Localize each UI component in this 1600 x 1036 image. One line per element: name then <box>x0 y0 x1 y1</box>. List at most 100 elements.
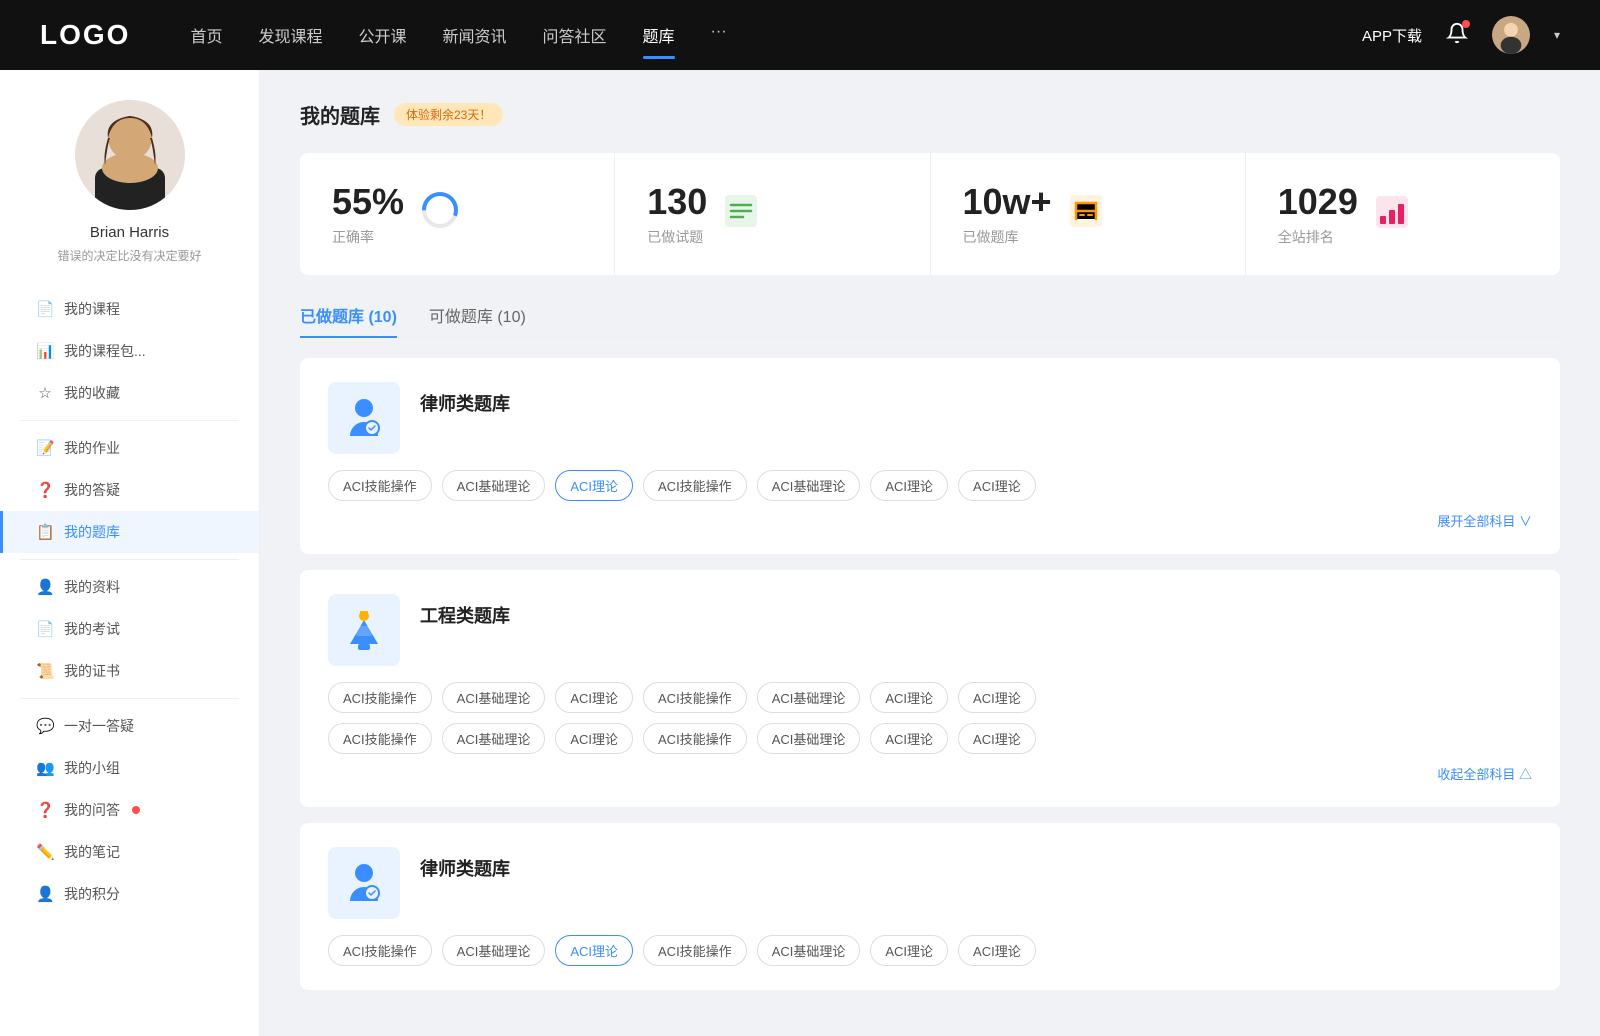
app-download-button[interactable]: APP下载 <box>1362 25 1422 46</box>
qbank-tags-lawyer: ACI技能操作 ACI基础理论 ACI理论 ACI技能操作 ACI基础理论 AC… <box>328 470 1532 501</box>
sidebar-item-my-course[interactable]: 📄 我的课程 <box>0 288 259 330</box>
tag-l2-theory-2[interactable]: ACI理论 <box>870 935 948 966</box>
sidebar-item-my-qbank[interactable]: 📋 我的题库 <box>0 511 259 553</box>
homework-icon: 📝 <box>36 439 54 457</box>
sidebar-menu: 📄 我的课程 📊 我的课程包... ☆ 我的收藏 📝 我的作业 ❓ 我的答疑 � <box>0 288 259 915</box>
sidebar: Brian Harris 错误的决定比没有决定要好 📄 我的课程 📊 我的课程包… <box>0 70 260 1036</box>
nav-open-course[interactable]: 公开课 <box>358 19 406 51</box>
nav-discover[interactable]: 发现课程 <box>258 19 322 51</box>
tag-aci-theory-1[interactable]: ACI理论 <box>555 470 633 501</box>
qbank-title-lawyer: 律师类题库 <box>420 382 510 416</box>
tag-eng-skill-1[interactable]: ACI技能操作 <box>328 682 432 713</box>
qbank-icon-lawyer2 <box>328 847 400 919</box>
nav-more[interactable]: ··· <box>711 19 727 51</box>
sidebar-item-my-questions[interactable]: ❓ 我的问答 <box>0 789 259 831</box>
tag-eng-theory-2[interactable]: ACI理论 <box>870 682 948 713</box>
tag-l2-skill-2[interactable]: ACI技能操作 <box>643 935 747 966</box>
done-questions-label: 已做试题 <box>647 227 707 247</box>
tag-eng2-theory-1[interactable]: ACI理论 <box>555 723 633 754</box>
stat-accuracy: 55% 正确率 <box>300 153 615 275</box>
tag-eng2-skill-1[interactable]: ACI技能操作 <box>328 723 432 754</box>
sidebar-item-my-notes[interactable]: ✏️ 我的笔记 <box>0 831 259 873</box>
sidebar-item-label: 我的积分 <box>64 884 120 904</box>
tag-l2-theory-3[interactable]: ACI理论 <box>958 935 1036 966</box>
sidebar-item-label: 我的证书 <box>64 661 120 681</box>
tab-available-qbank[interactable]: 可做题库 (10) <box>429 303 526 337</box>
profile-icon: 👤 <box>36 578 54 596</box>
qbank-card-header-lawyer2: 律师类题库 <box>328 847 1532 919</box>
nav-home[interactable]: 首页 <box>190 19 222 51</box>
sidebar-item-label: 我的笔记 <box>64 842 120 862</box>
nav-links: 首页 发现课程 公开课 新闻资讯 问答社区 题库 ··· <box>190 19 1362 51</box>
exam-icon: 📄 <box>36 620 54 638</box>
sidebar-item-my-points[interactable]: 👤 我的积分 <box>0 873 259 915</box>
accuracy-chart-icon <box>420 190 460 238</box>
qbank-tags-engineering-row1: ACI技能操作 ACI基础理论 ACI理论 ACI技能操作 ACI基础理论 AC… <box>328 682 1532 713</box>
sidebar-motto: 错误的决定比没有决定要好 <box>57 247 201 264</box>
user-menu-chevron[interactable]: ▾ <box>1554 28 1560 42</box>
sidebar-item-my-group[interactable]: 👥 我的小组 <box>0 747 259 789</box>
one-on-one-icon: 💬 <box>36 717 54 735</box>
rank-value: 1029 <box>1278 181 1358 223</box>
tag-eng2-skill-2[interactable]: ACI技能操作 <box>643 723 747 754</box>
nav-qa[interactable]: 问答社区 <box>543 19 607 51</box>
sidebar-item-my-favorites[interactable]: ☆ 我的收藏 <box>0 372 259 414</box>
notification-dot <box>1462 20 1470 28</box>
tag-aci-theory-3[interactable]: ACI理论 <box>958 470 1036 501</box>
qbank-footer-engineering: 收起全部科目 △ <box>328 764 1532 783</box>
notification-bell[interactable] <box>1446 22 1468 49</box>
sidebar-item-my-course-package[interactable]: 📊 我的课程包... <box>0 330 259 372</box>
qbank-card-lawyer: 律师类题库 ACI技能操作 ACI基础理论 ACI理论 ACI技能操作 ACI基… <box>300 358 1560 554</box>
tab-done-qbank[interactable]: 已做题库 (10) <box>300 303 397 337</box>
sidebar-item-label: 我的小组 <box>64 758 120 778</box>
tag-eng2-basic-1[interactable]: ACI基础理论 <box>442 723 546 754</box>
collapse-engineering-button[interactable]: 收起全部科目 △ <box>1437 764 1532 783</box>
navbar: LOGO 首页 发现课程 公开课 新闻资讯 问答社区 题库 ··· APP下载 … <box>0 0 1600 70</box>
tag-aci-basic-1[interactable]: ACI基础理论 <box>442 470 546 501</box>
sidebar-avatar <box>75 100 185 210</box>
stat-done-qbank: 10w+ 已做题库 <box>931 153 1246 275</box>
user-avatar[interactable] <box>1492 16 1530 54</box>
tag-aci-basic-2[interactable]: ACI基础理论 <box>757 470 861 501</box>
expand-lawyer-button[interactable]: 展开全部科目 ∨ <box>1437 511 1532 530</box>
sidebar-item-my-homework[interactable]: 📝 我的作业 <box>0 427 259 469</box>
sidebar-item-one-on-one[interactable]: 💬 一对一答疑 <box>0 705 259 747</box>
tag-aci-skill-2[interactable]: ACI技能操作 <box>643 470 747 501</box>
tag-eng-skill-2[interactable]: ACI技能操作 <box>643 682 747 713</box>
navbar-right: APP下载 ▾ <box>1362 16 1560 54</box>
tag-eng2-theory-3[interactable]: ACI理论 <box>958 723 1036 754</box>
sidebar-item-my-qa[interactable]: ❓ 我的答疑 <box>0 469 259 511</box>
nav-news[interactable]: 新闻资讯 <box>443 19 507 51</box>
tag-l2-theory-1[interactable]: ACI理论 <box>555 935 633 966</box>
tag-eng-basic-2[interactable]: ACI基础理论 <box>757 682 861 713</box>
logo[interactable]: LOGO <box>40 19 130 51</box>
stat-done-questions: 130 已做试题 <box>615 153 930 275</box>
tag-eng-theory-1[interactable]: ACI理论 <box>555 682 633 713</box>
sidebar-divider-3 <box>20 698 239 699</box>
tag-eng-theory-3[interactable]: ACI理论 <box>958 682 1036 713</box>
tag-eng-basic-1[interactable]: ACI基础理论 <box>442 682 546 713</box>
sidebar-item-label: 我的答疑 <box>64 480 120 500</box>
tag-eng2-theory-2[interactable]: ACI理论 <box>870 723 948 754</box>
tag-l2-basic-1[interactable]: ACI基础理论 <box>442 935 546 966</box>
my-course-package-icon: 📊 <box>36 342 54 360</box>
tag-aci-theory-2[interactable]: ACI理论 <box>870 470 948 501</box>
sidebar-item-my-cert[interactable]: 📜 我的证书 <box>0 650 259 692</box>
sidebar-divider-1 <box>20 420 239 421</box>
sidebar-item-label: 我的问答 <box>64 800 120 820</box>
done-questions-icon <box>723 193 759 236</box>
my-course-icon: 📄 <box>36 300 54 318</box>
tag-eng2-basic-2[interactable]: ACI基础理论 <box>757 723 861 754</box>
accuracy-label: 正确率 <box>332 227 404 247</box>
tag-aci-skill-1[interactable]: ACI技能操作 <box>328 470 432 501</box>
qbank-card-engineering: 工程类题库 ACI技能操作 ACI基础理论 ACI理论 ACI技能操作 ACI基… <box>300 570 1560 807</box>
stat-rank-value: 1029 全站排名 <box>1278 181 1358 247</box>
trial-badge: 体验剩余23天！ <box>394 103 503 126</box>
nav-qbank[interactable]: 题库 <box>643 19 675 51</box>
tag-l2-skill-1[interactable]: ACI技能操作 <box>328 935 432 966</box>
sidebar-item-my-exam[interactable]: 📄 我的考试 <box>0 608 259 650</box>
accuracy-value: 55% <box>332 181 404 223</box>
sidebar-item-my-profile[interactable]: 👤 我的资料 <box>0 566 259 608</box>
done-qbank-icon <box>1068 193 1104 236</box>
tag-l2-basic-2[interactable]: ACI基础理论 <box>757 935 861 966</box>
